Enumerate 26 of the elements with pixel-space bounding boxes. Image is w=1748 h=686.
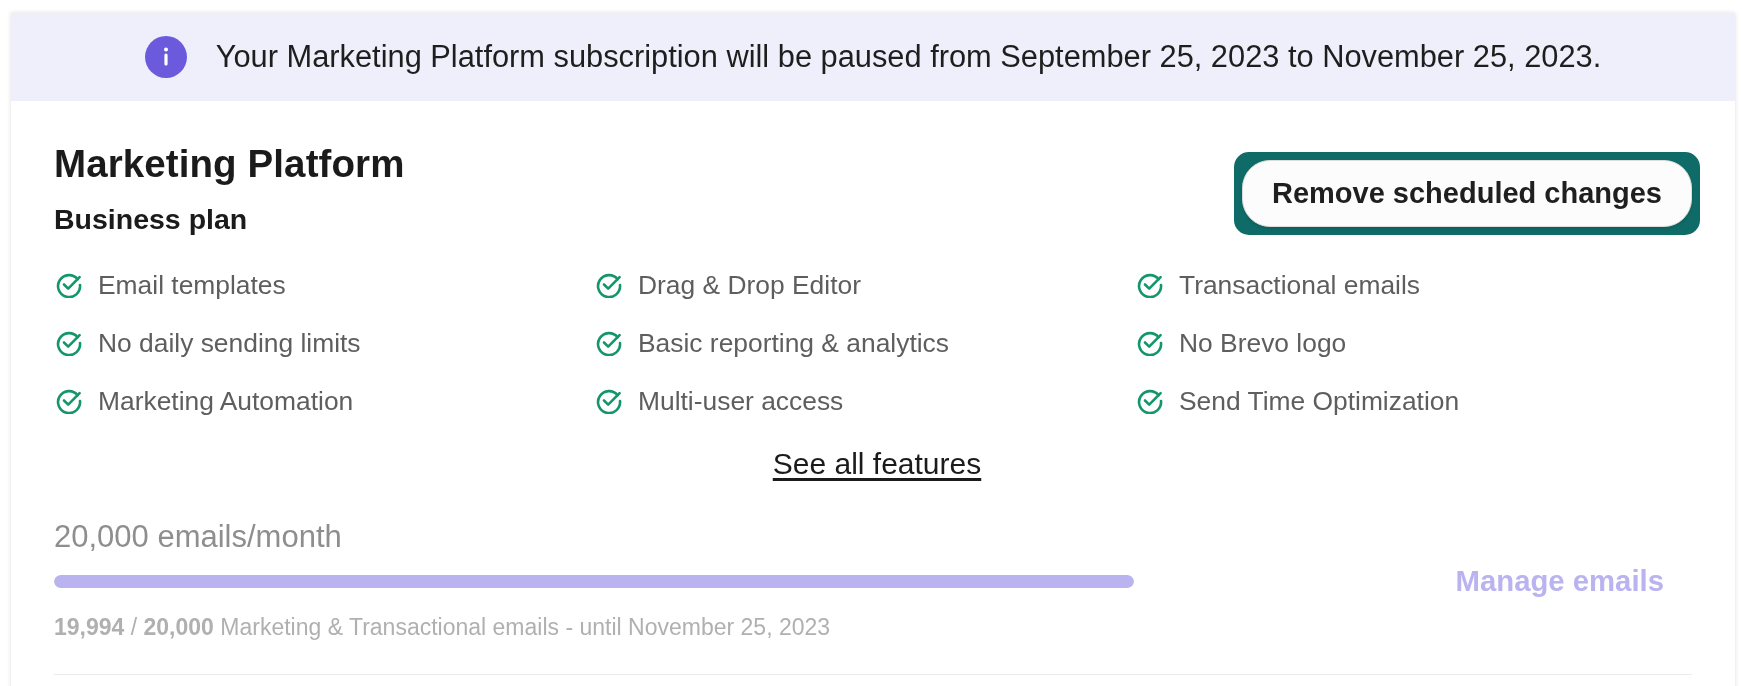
feature-label: Basic reporting & analytics (638, 327, 949, 359)
check-circle-icon (596, 388, 622, 414)
see-all-features-link[interactable]: See all features (772, 447, 982, 481)
info-icon (144, 36, 187, 78)
check-circle-icon (596, 330, 622, 356)
remove-changes-button[interactable]: Remove scheduled changes (1233, 152, 1700, 235)
feature-label: Email templates (98, 269, 286, 301)
check-circle-icon (1137, 272, 1163, 298)
feature-label: Send Time Optimization (1179, 385, 1460, 417)
feature-label: Drag & Drop Editor (638, 269, 861, 301)
quota-label: 20,000 emails/month (54, 520, 343, 554)
feature-label: Transactional emails (1179, 269, 1421, 301)
usage-detail-text: 19,994 / 20,000 Marketing & Transactional emails - until November 25, 2023 (54, 613, 832, 641)
feature-label: Marketing Automation (98, 385, 354, 417)
check-circle-icon (1137, 388, 1163, 414)
check-circle-icon (596, 272, 622, 298)
plan-name: Business plan (54, 203, 249, 235)
product-title: Marketing Platform (54, 144, 405, 184)
check-circle-icon (56, 388, 82, 414)
feature-label: No Brevo logo (1179, 327, 1347, 359)
feature-label: Multi-user access (638, 385, 844, 417)
notice-text: Your Marketing Platform subscription will be paused from September 25, 2023 to November 25, 2023. (215, 39, 1602, 75)
check-circle-icon (1137, 330, 1163, 356)
check-circle-icon (56, 330, 82, 356)
check-circle-icon (56, 272, 82, 298)
feature-label: No daily sending limits (98, 327, 361, 359)
